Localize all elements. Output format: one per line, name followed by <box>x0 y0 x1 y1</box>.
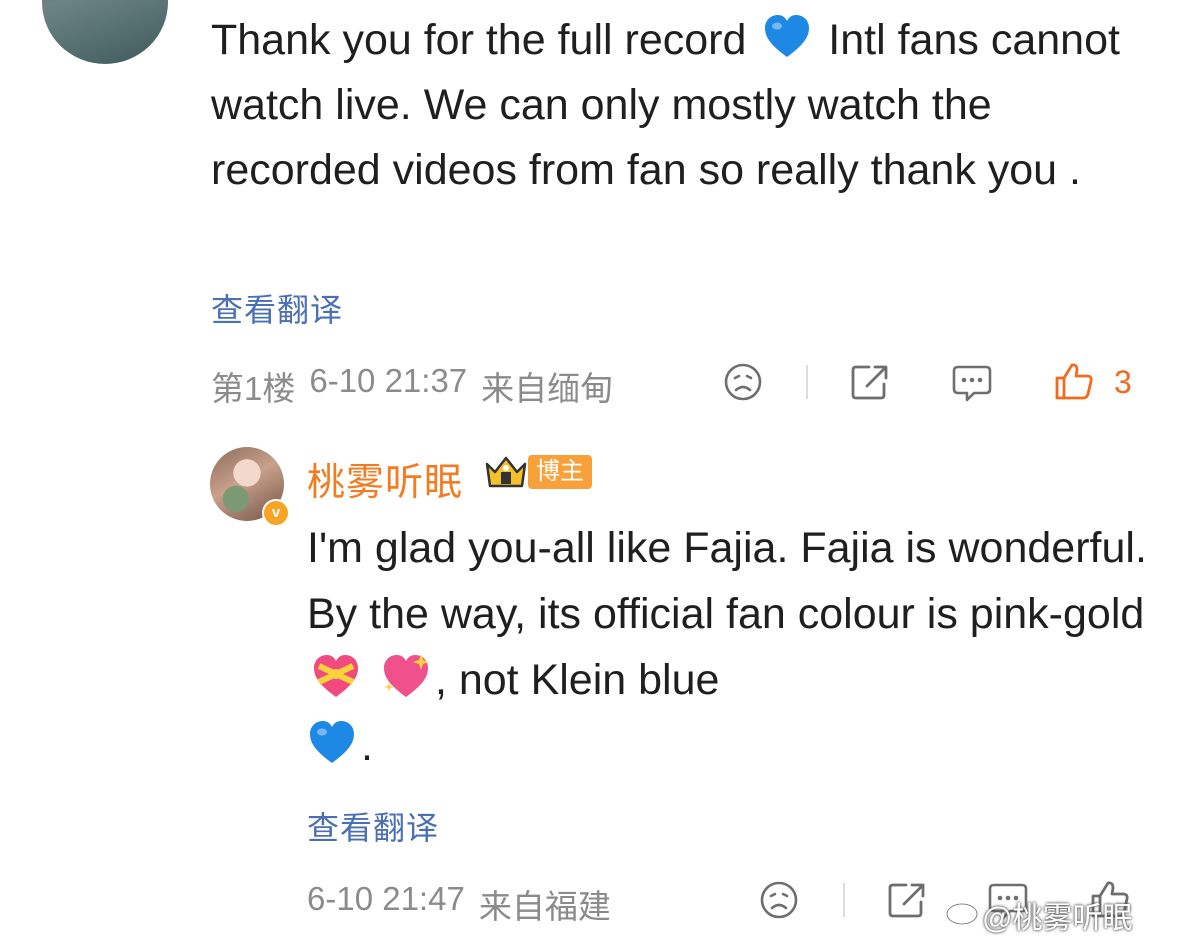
commenter-avatar[interactable] <box>42 0 168 64</box>
thumbs-up-icon[interactable] <box>1052 359 1096 403</box>
reply-text-part-1: I'm glad you-all like Fajia. Fajia is wo… <box>307 524 1147 638</box>
heart-with-ribbon-icon <box>314 655 358 697</box>
blue-heart-icon <box>762 12 812 62</box>
translate-link[interactable]: 查看翻译 <box>211 285 343 331</box>
reply-divider <box>843 883 845 917</box>
like-count: 3 <box>1114 364 1132 400</box>
crown-icon <box>483 452 529 497</box>
dislike-face-icon[interactable] <box>722 361 764 403</box>
floor-label: 第1楼 <box>211 370 296 407</box>
reply-translate-link[interactable]: 查看翻译 <box>307 803 439 849</box>
comment-text-part-1: Thank you for the full record <box>211 16 747 64</box>
reply-body: I'm glad you-all like Fajia. Fajia is wo… <box>307 515 1157 779</box>
reply-dislike-face-icon[interactable] <box>758 879 800 921</box>
reply-share-icon[interactable] <box>885 879 929 921</box>
reply-text-part-2: , not Klein blue <box>434 656 720 704</box>
comment-body: Thank you for the full record Intl fans … <box>211 8 1151 203</box>
location-source: 来自缅甸 <box>481 370 614 407</box>
comment-meta: 第1楼 6-10 21:37 来自缅甸 <box>211 362 613 410</box>
verified-badge: v <box>262 499 290 527</box>
reply-username[interactable]: 桃雾听眠 <box>307 451 463 506</box>
watermark: @桃雾听眠 <box>982 902 1133 935</box>
share-icon[interactable] <box>848 361 892 403</box>
blue-heart-icon <box>307 718 357 768</box>
reply-timestamp: 6-10 21:47 <box>307 880 465 917</box>
sparkling-heart-icon <box>383 654 429 702</box>
timestamp: 6-10 21:37 <box>309 362 468 399</box>
reply-meta: 6-10 21:47 来自福建 <box>307 880 611 928</box>
reply-text-part-3: . <box>361 722 373 770</box>
reply-location-source: 来自福建 <box>478 888 611 925</box>
blogger-badge: 博主 <box>528 455 592 489</box>
divider <box>806 365 808 399</box>
comment-icon[interactable] <box>950 361 994 405</box>
weibo-logo-icon <box>944 893 982 932</box>
